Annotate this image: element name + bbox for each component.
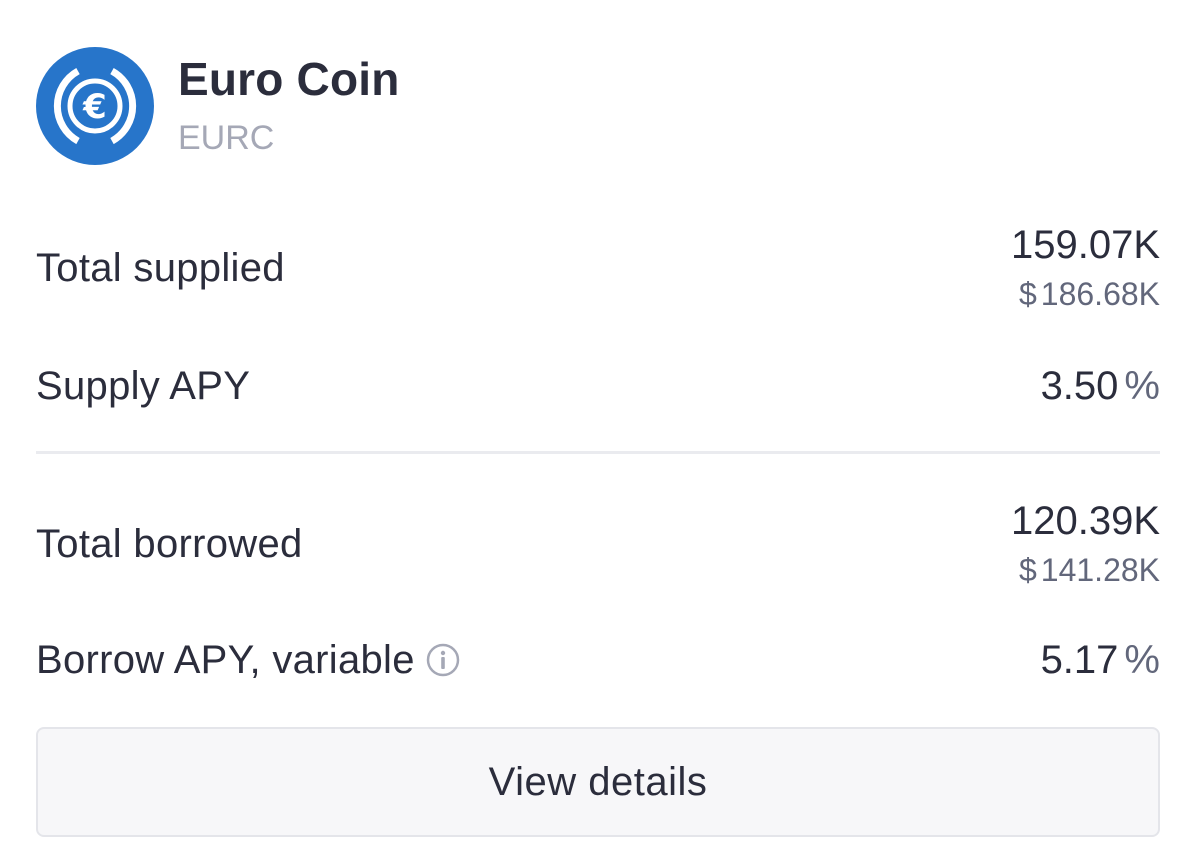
- total-supplied-amount: 159.07K: [1010, 223, 1160, 267]
- supply-apy-number: 3.50: [1040, 364, 1119, 408]
- supply-apy-unit: %: [1124, 364, 1160, 408]
- borrow-apy-unit: %: [1124, 638, 1160, 682]
- usd-currency-symbol: $: [1018, 552, 1037, 588]
- asset-symbol: EURC: [178, 119, 275, 157]
- total-supplied-values: 159.07K $186.68K: [1011, 220, 1160, 316]
- total-borrowed-row: Total borrowed 120.39K $141.28K: [36, 492, 1160, 596]
- supply-apy-row: Supply APY 3.50%: [36, 356, 1160, 416]
- supply-apy-label: Supply APY: [36, 363, 251, 408]
- asset-name: Euro Coin: [178, 53, 400, 105]
- borrow-apy-value: 5.17%: [1041, 635, 1160, 685]
- total-supplied-label: Total supplied: [36, 245, 285, 290]
- total-supplied-row: Total supplied 159.07K $186.68K: [36, 216, 1160, 320]
- euro-coin-icon: €: [36, 47, 154, 165]
- view-details-button[interactable]: View details: [36, 727, 1160, 837]
- usd-currency-symbol: $: [1018, 276, 1037, 312]
- total-borrowed-usd-value: 141.28K: [1040, 552, 1160, 588]
- section-divider: [36, 451, 1160, 454]
- asset-header: € Euro Coin EURC: [36, 46, 400, 166]
- borrow-apy-number: 5.17: [1040, 638, 1119, 682]
- supply-apy-value: 3.50%: [1041, 361, 1160, 411]
- total-borrowed-usd: $141.28K: [1019, 548, 1160, 592]
- borrow-apy-label-group: Borrow APY, variable: [36, 638, 461, 683]
- borrow-apy-label: Borrow APY, variable: [36, 637, 415, 682]
- total-borrowed-label: Total borrowed: [36, 521, 303, 566]
- reserve-card: € Euro Coin EURC Total supplied 159.07K …: [36, 0, 1160, 864]
- total-borrowed-values: 120.39K $141.28K: [1011, 496, 1160, 592]
- svg-text:€: €: [82, 87, 107, 127]
- total-supplied-usd-value: 186.68K: [1040, 276, 1160, 312]
- info-icon[interactable]: [425, 642, 461, 678]
- borrow-apy-row: Borrow APY, variable 5.17%: [36, 630, 1160, 690]
- total-supplied-usd: $186.68K: [1019, 272, 1160, 316]
- total-borrowed-amount: 120.39K: [1010, 499, 1160, 543]
- asset-names: Euro Coin EURC: [178, 51, 400, 161]
